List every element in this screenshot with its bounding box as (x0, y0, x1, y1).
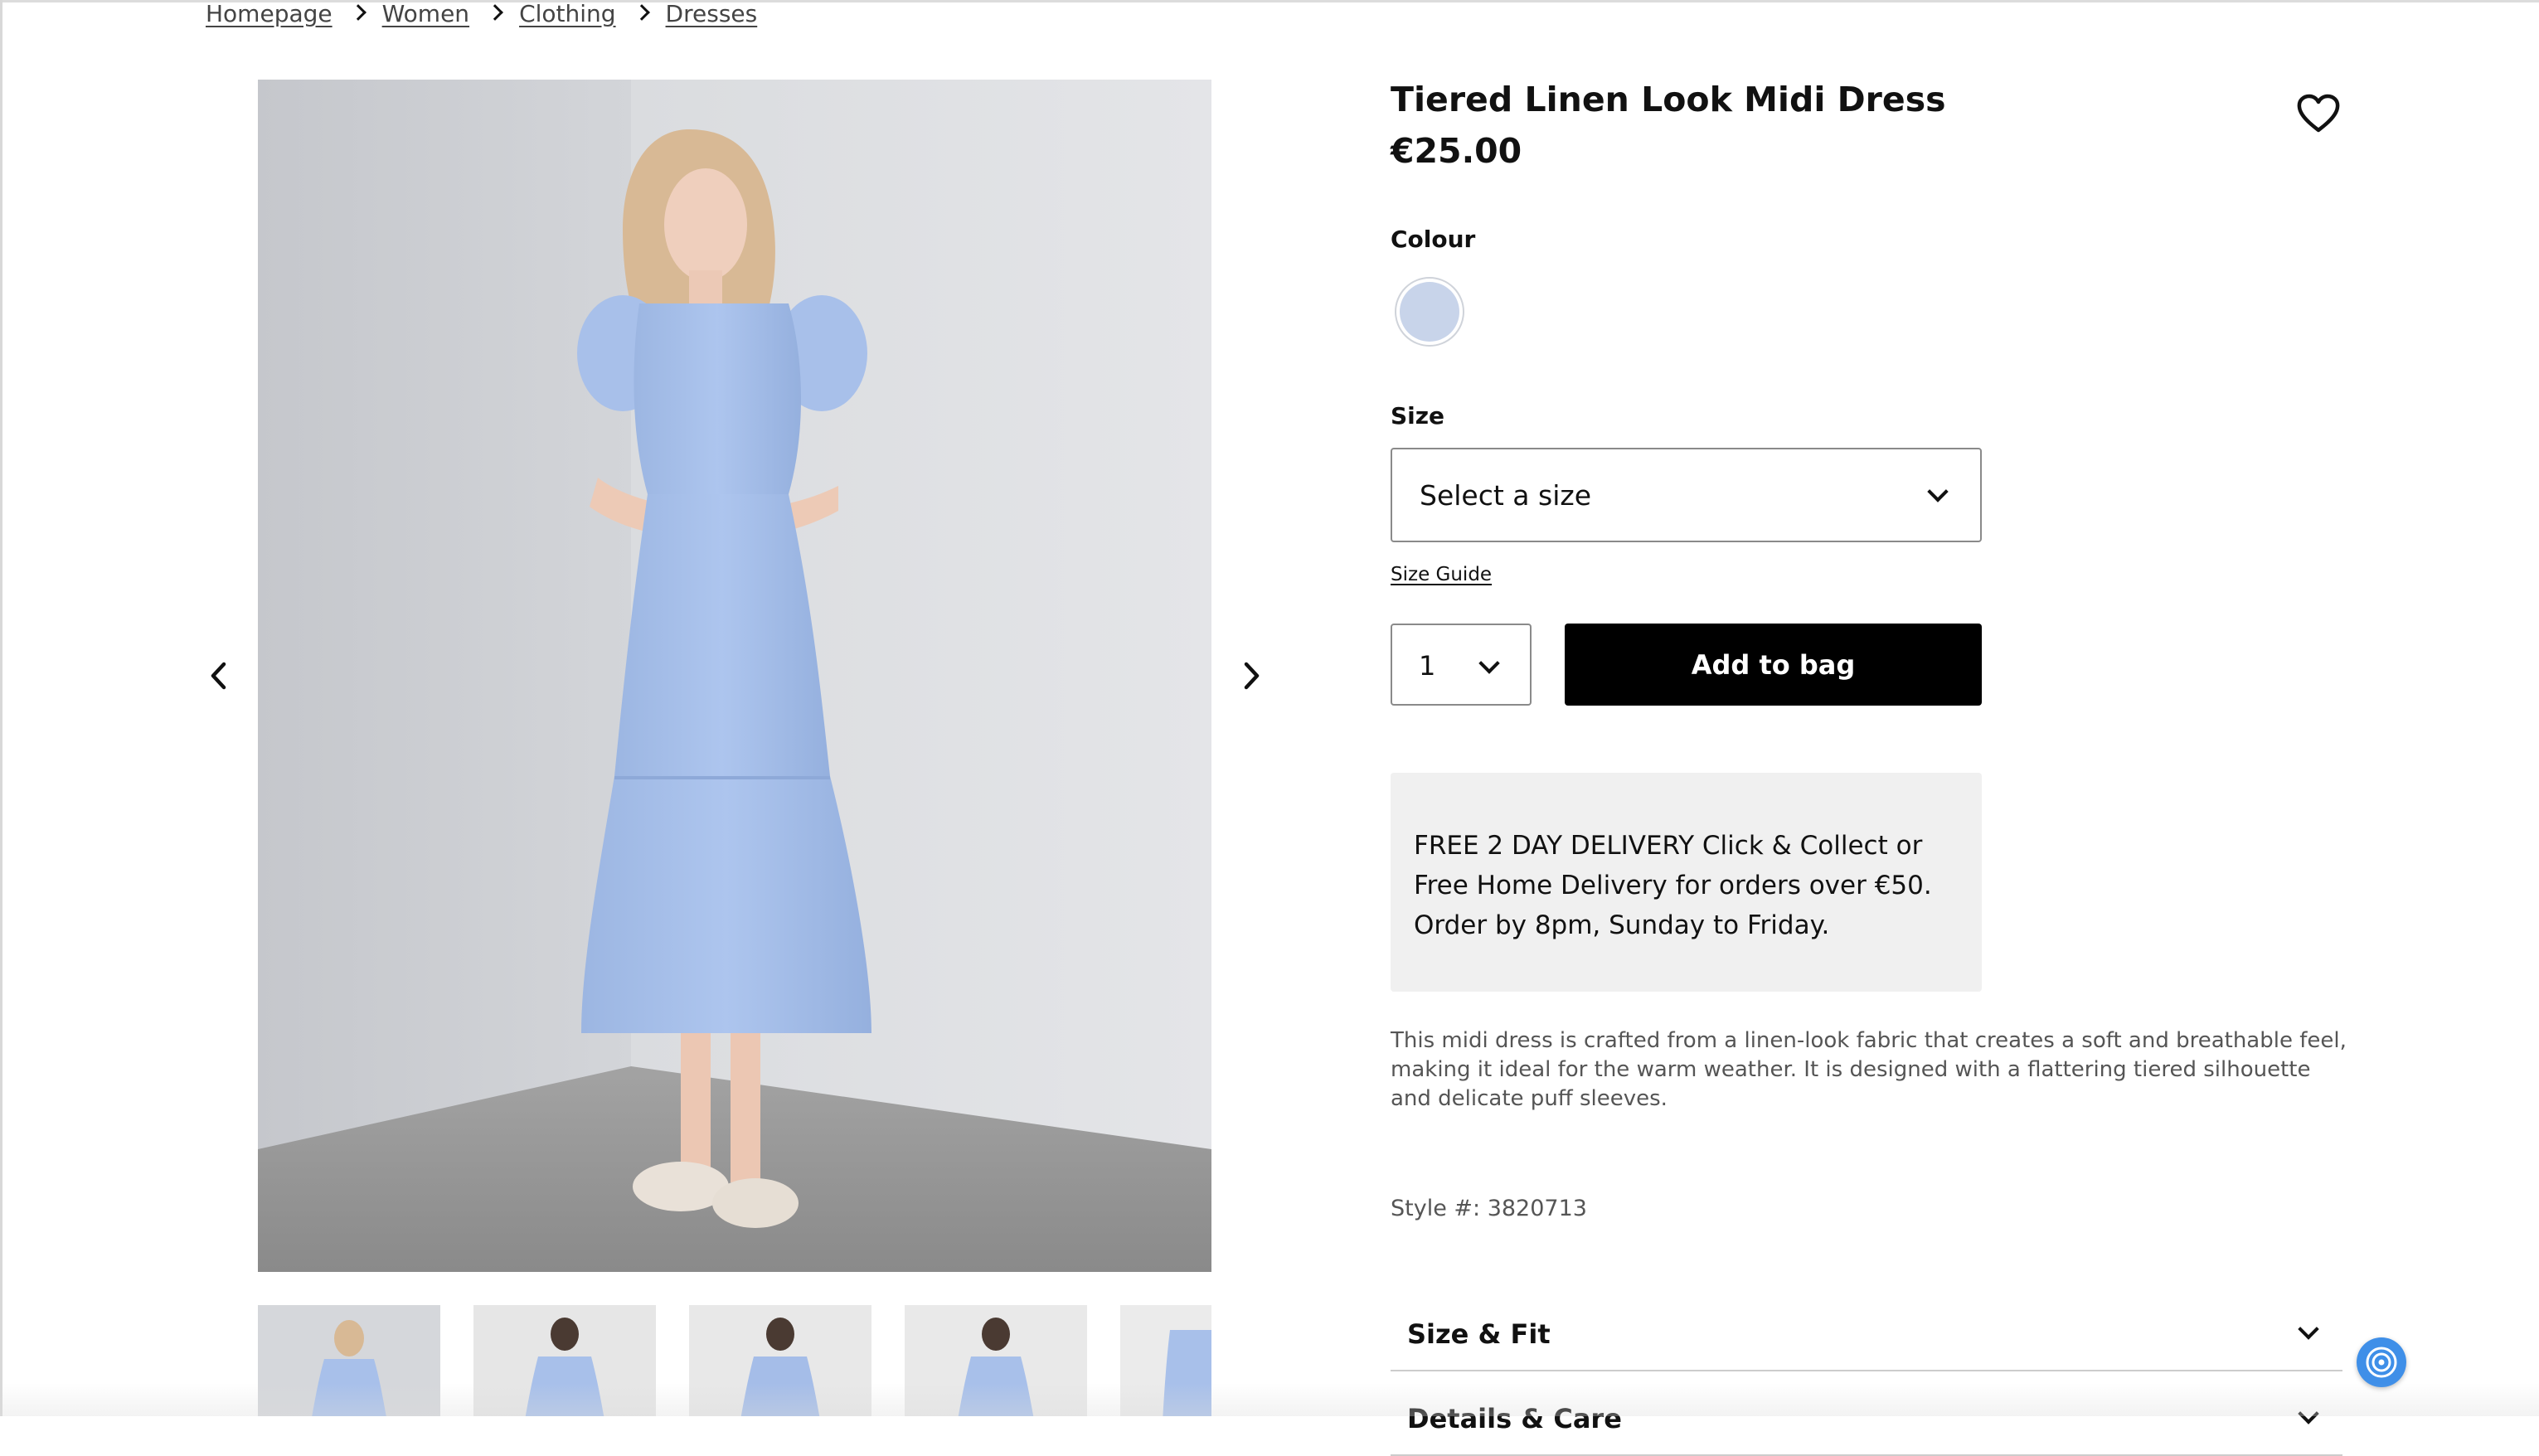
breadcrumb-clothing[interactable]: Clothing (519, 0, 615, 27)
breadcrumb-dresses[interactable]: Dresses (666, 0, 758, 27)
accordion-label: Size & Fit (1407, 1318, 1551, 1350)
thumbnail-image (473, 1305, 656, 1416)
chevron-down-icon (1478, 656, 1500, 677)
thumbnail-3[interactable] (689, 1305, 871, 1416)
thumbnail-1[interactable] (258, 1305, 440, 1416)
quantity-select[interactable]: 1 (1391, 624, 1532, 706)
thumbnail-image (258, 1305, 440, 1416)
chevron-right-icon (339, 2, 376, 25)
product-main-image[interactable] (258, 80, 1211, 1272)
thumbnail-5[interactable] (1120, 1305, 1211, 1416)
product-description: This midi dress is crafted from a linen-… (1391, 1028, 2347, 1111)
chevron-right-icon (476, 2, 512, 25)
chevron-right-icon (1244, 662, 1260, 690)
window-left-edge (0, 0, 2, 1416)
size-label: Size (1391, 402, 1445, 430)
gallery-next-button[interactable] (1234, 659, 1267, 692)
size-select[interactable]: Select a size (1391, 448, 1982, 542)
chevron-down-icon (1927, 484, 1949, 506)
thumbnail-image (905, 1305, 1087, 1416)
gallery-prev-button[interactable] (203, 659, 236, 692)
style-number: Style #: 3820713 (1391, 1196, 1587, 1221)
breadcrumb-homepage[interactable]: Homepage (206, 0, 333, 27)
help-chat-icon (2366, 1347, 2397, 1378)
product-price: €25.00 (1391, 131, 1522, 171)
add-to-bag-button[interactable]: Add to bag (1565, 624, 1982, 706)
colour-swatch (1400, 282, 1459, 342)
chevron-down-icon (2298, 1406, 2319, 1428)
quantity-value: 1 (1419, 650, 1436, 682)
thumbnail-image (1120, 1305, 1211, 1416)
product-title: Tiered Linen Look Midi Dress (1391, 80, 1946, 119)
chevron-down-icon (2298, 1322, 2319, 1343)
wishlist-button[interactable] (2295, 93, 2342, 134)
colour-label: Colour (1391, 226, 1476, 253)
delivery-info-box: FREE 2 DAY DELIVERY Click & Collect or F… (1391, 773, 1982, 992)
size-guide-link[interactable]: Size Guide (1391, 564, 1492, 585)
thumbnail-strip (258, 1305, 1211, 1416)
chevron-right-icon (623, 2, 659, 25)
thumbnail-image (689, 1305, 871, 1416)
thumbnail-2[interactable] (473, 1305, 656, 1416)
accordion-details-care[interactable]: Details & Care (1391, 1383, 2342, 1456)
model-photo (258, 80, 1211, 1272)
thumbnail-4[interactable] (905, 1305, 1087, 1416)
accordion-size-fit[interactable]: Size & Fit (1391, 1298, 2342, 1371)
help-chat-button[interactable] (2357, 1337, 2406, 1387)
accordion-label: Details & Care (1407, 1403, 1622, 1434)
breadcrumb: Homepage Women Clothing Dresses (206, 0, 757, 28)
heart-icon (2297, 94, 2340, 133)
colour-swatch-button[interactable] (1395, 277, 1464, 347)
size-select-value: Select a size (1420, 479, 1591, 512)
breadcrumb-women[interactable]: Women (382, 0, 469, 27)
chevron-left-icon (211, 662, 226, 690)
